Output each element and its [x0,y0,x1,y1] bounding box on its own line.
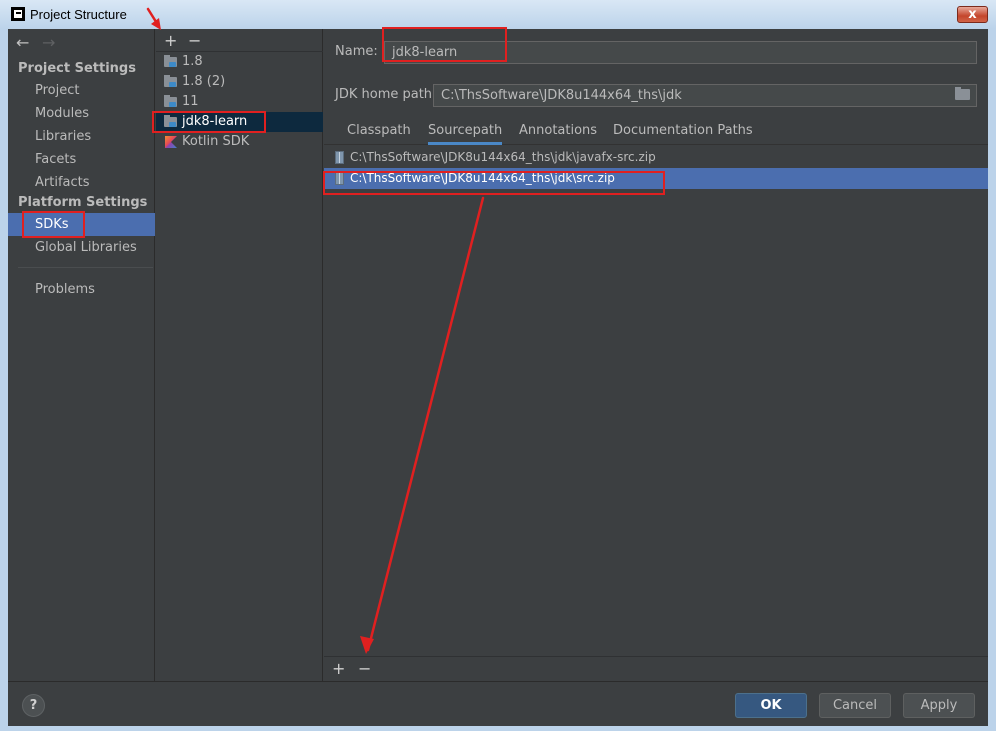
nav-item-modules[interactable]: Modules [8,102,155,125]
tab-sourcepath[interactable]: Sourcepath [428,119,503,145]
sourcepath-item[interactable]: C:\ThsSoftware\JDK8u144x64_ths\jdk\javaf… [324,147,988,168]
ok-button[interactable]: OK [735,693,807,718]
browse-folder-icon[interactable] [955,87,970,100]
nav-item-facets[interactable]: Facets [8,148,155,171]
add-path-button[interactable]: + [332,659,345,678]
nav-item-project[interactable]: Project [8,79,155,102]
tab-classpath[interactable]: Classpath [347,119,411,145]
sdk-item[interactable]: 11 [156,92,323,112]
annotation-box-jdk8-learn [152,111,266,133]
sdk-tabs: Classpath Sourcepath Annotations Documen… [324,119,988,145]
nav-history: ← → [16,33,64,52]
kotlin-icon [165,136,177,148]
tab-documentation-paths[interactable]: Documentation Paths [613,119,753,145]
name-label: Name: [335,44,378,59]
sdk-item-label: 1.8 (2) [182,74,226,89]
window-title: Project Structure [30,7,127,22]
cancel-button[interactable]: Cancel [819,693,891,718]
help-button[interactable]: ? [22,694,45,717]
window-close-button[interactable]: x [957,6,988,23]
nav-item-artifacts[interactable]: Artifacts [8,171,155,194]
tab-annotations[interactable]: Annotations [519,119,597,145]
remove-sdk-button[interactable]: − [188,31,212,50]
jdk-home-path-value: C:\ThsSoftware\JDK8u144x64_ths\jdk [441,88,682,103]
dialog-body: ← → Project Settings Project Modules Libr… [8,29,988,726]
sdk-item[interactable]: 1.8 (2) [156,72,323,92]
sourcepath-toolbar: + − [324,656,988,681]
jdk-folder-icon [164,55,177,67]
nav-group-platform-settings: Platform Settings [18,195,148,210]
back-arrow-icon[interactable]: ← [16,33,38,52]
jdk-home-path-label: JDK home path: [335,87,437,102]
sdk-item[interactable]: Kotlin SDK [156,132,323,152]
sourcepath-list: C:\ThsSoftware\JDK8u144x64_ths\jdk\javaf… [324,146,988,656]
jdk-home-path-field[interactable]: C:\ThsSoftware\JDK8u144x64_ths\jdk [433,84,977,107]
sdk-item-label: 1.8 [182,54,203,69]
sourcepath-item-label: C:\ThsSoftware\JDK8u144x64_ths\jdk\javaf… [350,150,656,164]
add-sdk-button[interactable]: + [164,31,188,50]
nav-item-global-libraries[interactable]: Global Libraries [8,236,155,259]
nav-item-problems[interactable]: Problems [8,278,155,301]
sdk-item-label: Kotlin SDK [182,134,250,149]
zip-archive-icon [335,151,344,164]
intellij-app-icon [11,7,25,21]
nav-item-libraries[interactable]: Libraries [8,125,155,148]
annotation-box-src-zip [323,171,665,195]
sdk-item[interactable]: 1.8 [156,52,323,72]
sdk-list-toolbar: + − [164,31,212,51]
dialog-footer: ? OK Cancel Apply [8,681,988,726]
title-bar: Project Structure x [0,0,996,29]
forward-arrow-icon[interactable]: → [42,33,64,52]
jdk-folder-icon [164,75,177,87]
nav-divider [18,267,153,268]
sdk-item-label: 11 [182,94,199,109]
annotation-box-name-field [382,27,507,62]
settings-nav: ← → Project Settings Project Modules Libr… [8,29,155,681]
apply-button[interactable]: Apply [903,693,975,718]
sdk-detail-pane: Name: jdk8-learn JDK home path: C:\ThsSo… [324,29,988,681]
annotation-box-sdks [22,211,85,238]
jdk-folder-icon [164,95,177,107]
remove-path-button[interactable]: − [358,659,371,678]
nav-group-project-settings: Project Settings [18,61,136,76]
